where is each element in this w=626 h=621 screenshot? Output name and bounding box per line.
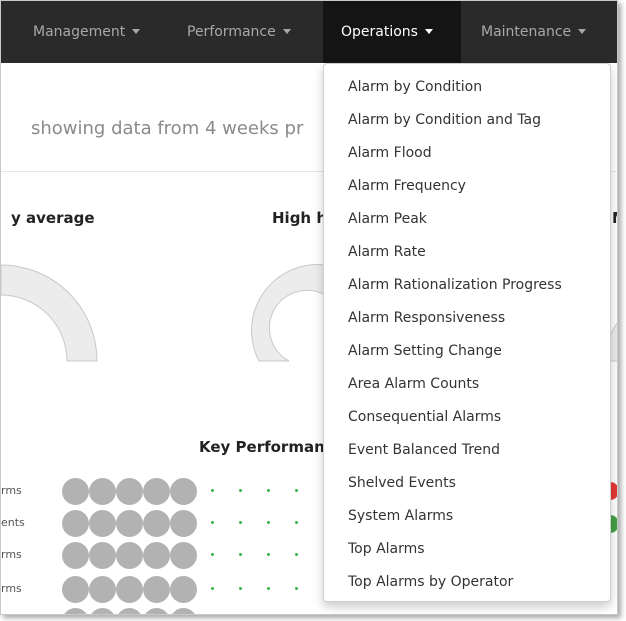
kpi-dot xyxy=(295,489,298,492)
operations-dropdown-menu: Alarm by Condition Alarm by Condition an… xyxy=(323,63,611,602)
kpi-dot xyxy=(239,489,242,492)
nav-performance-label: Performance xyxy=(187,24,276,40)
kpi-circle xyxy=(143,576,170,603)
kpi-dot xyxy=(239,521,242,524)
gauge-arc-center xyxy=(251,264,326,362)
menu-item-alarm-flood[interactable]: Alarm Flood xyxy=(324,137,610,170)
menu-item-area-alarm-counts[interactable]: Area Alarm Counts xyxy=(324,368,610,401)
kpi-row: rms xyxy=(1,540,331,570)
menu-item-alarm-by-condition-and-tag[interactable]: Alarm by Condition and Tag xyxy=(324,104,610,137)
nav-operations[interactable]: Operations xyxy=(323,1,461,63)
kpi-circle xyxy=(116,510,143,537)
menu-item-alarm-peak[interactable]: Alarm Peak xyxy=(324,203,610,236)
kpi-circle xyxy=(62,542,89,569)
kpi-circle xyxy=(170,510,197,537)
kpi-dot xyxy=(211,553,214,556)
menu-item-top-alarms[interactable]: Top Alarms xyxy=(324,533,610,566)
kpi-circle xyxy=(62,510,89,537)
kpi-title: Key Performanc xyxy=(199,438,334,456)
kpi-circle xyxy=(170,542,197,569)
chevron-down-icon xyxy=(282,28,291,34)
menu-item-shelved-events[interactable]: Shelved Events xyxy=(324,467,610,500)
menu-item-alarm-responsiveness[interactable]: Alarm Responsiveness xyxy=(324,302,610,335)
kpi-row xyxy=(1,606,331,614)
kpi-circle xyxy=(62,478,89,505)
kpi-dot xyxy=(239,553,242,556)
kpi-row: ents xyxy=(1,508,331,538)
kpi-row-label: rms xyxy=(1,484,22,497)
kpi-row: rms xyxy=(1,476,331,506)
nav-maintenance[interactable]: Maintenance xyxy=(481,1,587,63)
date-range-subtitle: showing data from 4 weeks pr xyxy=(31,118,304,139)
top-navbar: Management Performance Operations Mainte… xyxy=(1,1,617,63)
kpi-row-label: ents xyxy=(1,516,25,529)
chevron-down-icon xyxy=(132,28,141,34)
kpi-circle xyxy=(116,478,143,505)
chevron-down-icon xyxy=(424,28,433,34)
kpi-circle xyxy=(89,608,116,614)
kpi-circle xyxy=(143,510,170,537)
menu-item-top-alarms-by-operator[interactable]: Top Alarms by Operator xyxy=(324,566,610,599)
kpi-circle xyxy=(143,542,170,569)
menu-item-consequential-alarms[interactable]: Consequential Alarms xyxy=(324,401,610,434)
menu-item-system-alarms[interactable]: System Alarms xyxy=(324,500,610,533)
kpi-circle xyxy=(170,576,197,603)
gauge-title-third: M xyxy=(612,209,617,227)
kpi-dot xyxy=(267,587,270,590)
kpi-circle xyxy=(116,608,143,614)
menu-item-alarm-setting-change[interactable]: Alarm Setting Change xyxy=(324,335,610,368)
kpi-row-label: rms xyxy=(1,582,22,595)
kpi-row: rms xyxy=(1,574,331,604)
kpi-circle xyxy=(62,576,89,603)
kpi-circle xyxy=(89,510,116,537)
kpi-dot xyxy=(267,521,270,524)
kpi-dot xyxy=(211,521,214,524)
kpi-dot xyxy=(295,521,298,524)
gauge-title-high: High h xyxy=(272,209,328,227)
kpi-circle xyxy=(143,608,170,614)
kpi-circle xyxy=(170,478,197,505)
nav-maintenance-label: Maintenance xyxy=(481,24,572,40)
menu-item-alarm-rate[interactable]: Alarm Rate xyxy=(324,236,610,269)
kpi-dot xyxy=(267,489,270,492)
gauge-arc-left xyxy=(1,264,98,362)
kpi-circle xyxy=(89,576,116,603)
nav-management-label: Management xyxy=(33,24,126,40)
nav-operations-label: Operations xyxy=(341,24,418,40)
gauge-title-average: y average xyxy=(11,209,95,227)
kpi-circle xyxy=(143,478,170,505)
kpi-circle xyxy=(170,608,197,614)
kpi-circle xyxy=(89,478,116,505)
kpi-circle xyxy=(89,542,116,569)
kpi-row-label: rms xyxy=(1,548,22,561)
kpi-dot xyxy=(239,587,242,590)
app-window: Management Performance Operations Mainte… xyxy=(0,0,618,615)
kpi-dot xyxy=(211,587,214,590)
kpi-dot xyxy=(295,587,298,590)
kpi-circle xyxy=(116,542,143,569)
menu-item-event-balanced-trend[interactable]: Event Balanced Trend xyxy=(324,434,610,467)
chevron-down-icon xyxy=(578,28,587,34)
kpi-dot xyxy=(211,489,214,492)
kpi-dot xyxy=(295,553,298,556)
menu-item-alarm-by-condition[interactable]: Alarm by Condition xyxy=(324,71,610,104)
kpi-dot xyxy=(267,553,270,556)
nav-management[interactable]: Management xyxy=(33,1,141,63)
kpi-circle xyxy=(116,576,143,603)
nav-performance[interactable]: Performance xyxy=(187,1,291,63)
menu-item-alarm-rationalization-progress[interactable]: Alarm Rationalization Progress xyxy=(324,269,610,302)
menu-item-alarm-frequency[interactable]: Alarm Frequency xyxy=(324,170,610,203)
kpi-circle xyxy=(62,608,89,614)
